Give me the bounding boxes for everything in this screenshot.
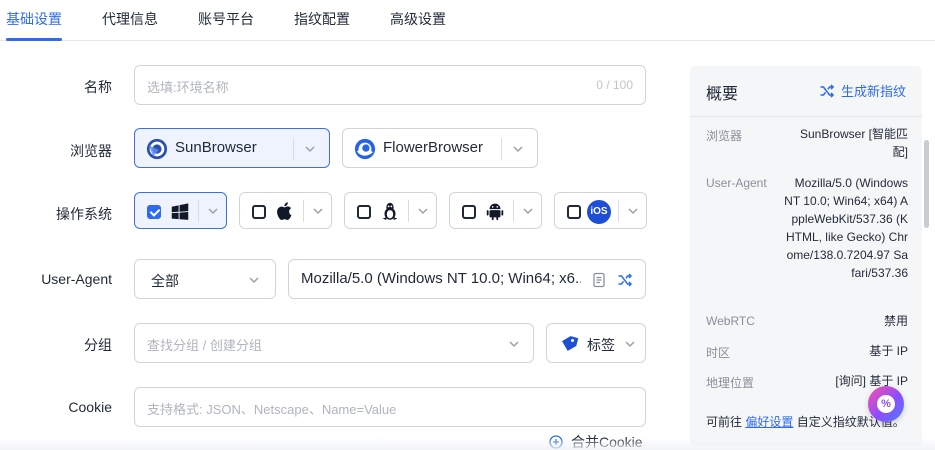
apple-icon — [274, 200, 296, 222]
overview-divider — [690, 116, 922, 117]
checkbox-icon[interactable] — [462, 205, 476, 219]
chevron-down-icon[interactable] — [511, 142, 525, 156]
tab-account-platform[interactable]: 账号平台 — [198, 9, 254, 29]
user-agent-input[interactable]: Mozilla/5.0 (Windows NT 10.0; Win64; x6.… — [288, 259, 646, 299]
overview-value: 基于 IP — [869, 344, 908, 358]
name-input[interactable]: 选填:环境名称 0 / 100 — [134, 65, 646, 105]
name-label: 名称 — [84, 79, 112, 95]
overview-value: Mozilla/5.0 (Windows NT 10.0; Win64; x64… — [784, 176, 908, 280]
browser-label: 浏览器 — [70, 143, 112, 159]
chevron-down-icon[interactable] — [521, 204, 535, 218]
overview-value: [询问] 基于 IP — [835, 374, 908, 388]
assistant-fab-button[interactable]: % — [868, 386, 904, 422]
overview-value: 禁用 — [883, 314, 908, 328]
chevron-down-icon — [507, 337, 521, 351]
overview-key: 地理位置 — [706, 376, 755, 390]
user-agent-label: User-Agent — [41, 271, 112, 287]
group-placeholder: 查找分组 / 创建分组 — [147, 338, 262, 353]
os-option-macos[interactable] — [239, 192, 332, 229]
browser-option-flowerbrowser[interactable]: FlowerBrowser — [342, 128, 538, 168]
flowerbrowser-icon — [354, 138, 376, 160]
checkbox-icon[interactable] — [252, 205, 266, 219]
chevron-down-icon[interactable] — [311, 204, 325, 218]
ua-filter-value: 全部 — [151, 273, 179, 289]
ios-icon: iOS — [587, 200, 611, 224]
ua-filter-select[interactable]: 全部 — [134, 259, 276, 299]
name-char-counter: 0 / 100 — [596, 78, 633, 92]
merge-cookie-button[interactable]: 合并Cookie — [549, 432, 643, 450]
tab-proxy-info[interactable]: 代理信息 — [102, 9, 158, 29]
group-input[interactable]: 查找分组 / 创建分组 — [134, 323, 534, 363]
checkbox-checked-icon[interactable] — [147, 205, 161, 219]
tag-icon — [559, 334, 579, 354]
cookie-placeholder: 支持格式: JSON、Netscape、Name=Value — [147, 402, 397, 417]
generate-fingerprint-button[interactable]: 生成新指纹 — [819, 81, 906, 100]
os-option-android[interactable] — [449, 192, 542, 229]
assistant-icon: % — [877, 395, 895, 413]
shuffle-icon — [820, 84, 835, 98]
tab-advanced-settings[interactable]: 高级设置 — [390, 9, 446, 29]
os-label: 操作系统 — [56, 206, 112, 222]
chevron-down-icon[interactable] — [206, 204, 220, 218]
chevron-down-icon[interactable] — [416, 204, 430, 218]
browser-option-sunbrowser[interactable]: SunBrowser — [134, 128, 330, 168]
os-option-ios[interactable]: iOS — [554, 192, 647, 229]
user-agent-value: Mozilla/5.0 (Windows NT 10.0; Win64; x6.… — [301, 270, 581, 287]
overview-value: SunBrowser [智能匹配] — [799, 127, 908, 159]
cookie-label: Cookie — [68, 399, 112, 415]
group-label: 分组 — [84, 337, 112, 353]
browser-option-label: FlowerBrowser — [383, 139, 484, 156]
plus-circle-icon — [549, 435, 563, 449]
chevron-down-icon[interactable] — [303, 142, 317, 156]
os-option-windows[interactable] — [134, 192, 227, 229]
linux-icon — [379, 200, 401, 222]
tag-select[interactable]: 标签 — [546, 323, 646, 363]
os-option-linux[interactable] — [344, 192, 437, 229]
chevron-down-icon[interactable] — [626, 204, 640, 218]
tab-fingerprint-config[interactable]: 指纹配置 — [294, 9, 350, 29]
shuffle-icon[interactable] — [617, 272, 633, 288]
browser-option-label: SunBrowser — [175, 139, 257, 156]
overview-title: 概要 — [706, 86, 739, 103]
cookie-input[interactable]: 支持格式: JSON、Netscape、Name=Value — [134, 387, 646, 427]
overview-key: WebRTC — [706, 314, 755, 328]
sunbrowser-icon — [146, 138, 168, 160]
document-icon[interactable] — [591, 272, 607, 288]
checkbox-icon[interactable] — [567, 205, 581, 219]
checkbox-icon[interactable] — [357, 205, 371, 219]
overview-key: User-Agent — [706, 176, 767, 190]
overview-scrollbar[interactable] — [924, 140, 929, 228]
overview-key: 时区 — [706, 346, 731, 360]
tag-label: 标签 — [587, 337, 615, 353]
tab-basic-settings[interactable]: 基础设置 — [6, 9, 62, 29]
preferences-link[interactable]: 偏好设置 — [745, 415, 793, 429]
chevron-down-icon — [247, 273, 261, 287]
merge-cookie-label: 合并Cookie — [571, 434, 643, 450]
android-icon — [484, 200, 506, 222]
overview-key: 浏览器 — [706, 129, 743, 143]
active-tab-indicator — [6, 38, 62, 41]
chevron-down-icon — [623, 337, 637, 351]
generate-fingerprint-label: 生成新指纹 — [840, 84, 906, 99]
tab-bar: 基础设置 代理信息 账号平台 指纹配置 高级设置 — [0, 0, 935, 41]
windows-icon — [169, 201, 191, 223]
name-placeholder: 选填:环境名称 — [147, 80, 229, 95]
